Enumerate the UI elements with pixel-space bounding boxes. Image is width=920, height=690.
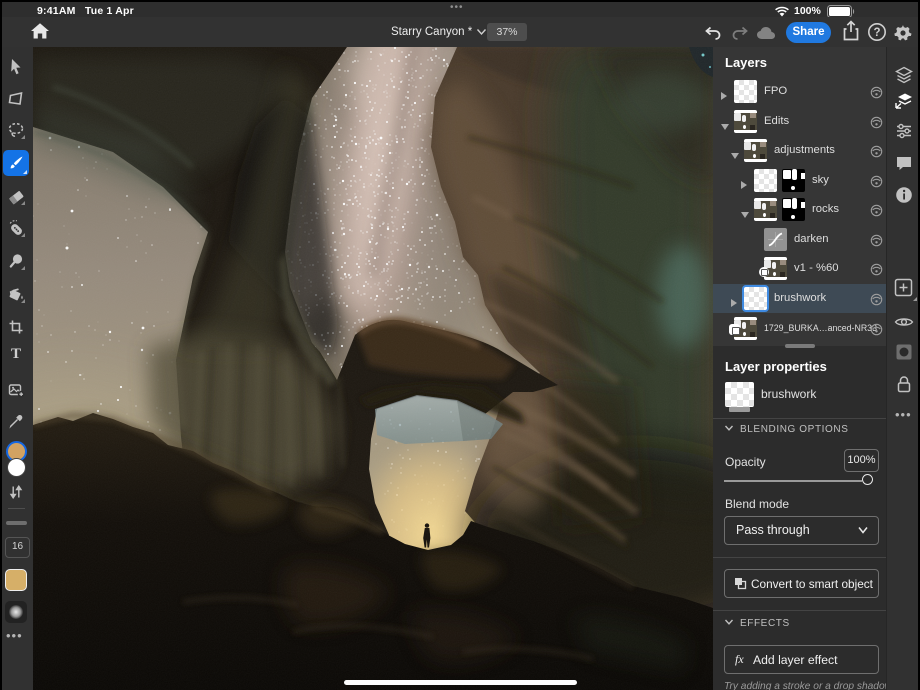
svg-text:?: ? <box>873 27 880 39</box>
